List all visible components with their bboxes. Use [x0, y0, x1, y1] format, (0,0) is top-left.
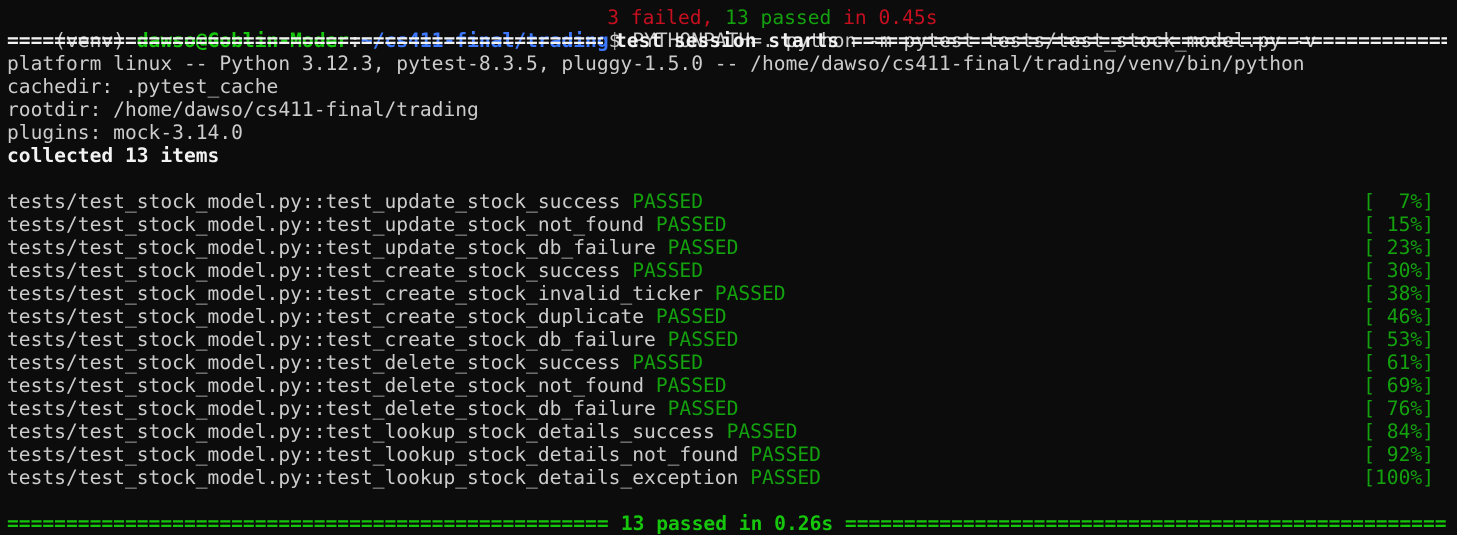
test-status: PASSED	[655, 213, 727, 236]
collected-line: collected 13 items	[7, 144, 220, 167]
test-result-row: tests/test_stock_model.py::test_update_s…	[7, 213, 727, 236]
summary-rule: 13 passed in 0.26s	[7, 512, 1447, 535]
command-prompt-line: (venv) dawso@Goblin-Moder:~/cs411-final/…	[7, 6, 1316, 52]
rootdir-line: rootdir: /home/dawso/cs411-final/trading	[7, 98, 479, 121]
test-progress: [ 46%]	[1363, 305, 1434, 328]
test-result-row: tests/test_stock_model.py::test_delete_s…	[7, 374, 727, 397]
test-result-row: tests/test_stock_model.py::test_lookup_s…	[7, 443, 821, 466]
test-status: PASSED	[667, 397, 739, 420]
test-name: tests/test_stock_model.py::test_delete_s…	[7, 374, 645, 397]
test-status: PASSED	[714, 282, 786, 305]
terminal-window[interactable]: 3 failed, 13 passed in 0.45s (venv) daws…	[0, 0, 1457, 535]
test-progress: [ 30%]	[1363, 259, 1434, 282]
test-name: tests/test_stock_model.py::test_create_s…	[7, 259, 621, 282]
test-status: PASSED	[667, 236, 739, 259]
test-result-row: tests/test_stock_model.py::test_update_s…	[7, 236, 738, 259]
test-name: tests/test_stock_model.py::test_create_s…	[7, 328, 656, 351]
test-status: PASSED	[667, 328, 739, 351]
test-name: tests/test_stock_model.py::test_create_s…	[7, 282, 703, 305]
test-status: PASSED	[632, 259, 703, 282]
test-result-row: tests/test_stock_model.py::test_lookup_s…	[7, 420, 797, 443]
test-status: PASSED	[655, 374, 727, 397]
test-name: tests/test_stock_model.py::test_lookup_s…	[7, 443, 739, 466]
test-result-row: tests/test_stock_model.py::test_create_s…	[7, 305, 727, 328]
test-progress: [ 61%]	[1363, 351, 1434, 374]
test-status: PASSED	[632, 351, 703, 374]
rule-left	[7, 29, 603, 52]
test-status: PASSED	[750, 443, 821, 466]
test-progress: [ 38%]	[1363, 282, 1434, 305]
test-progress: [ 15%]	[1363, 213, 1434, 236]
test-result-row: tests/test_stock_model.py::test_create_s…	[7, 282, 786, 305]
test-result-row: tests/test_stock_model.py::test_create_s…	[7, 259, 703, 282]
test-progress: [100%]	[1363, 466, 1434, 489]
test-progress: [ 69%]	[1363, 374, 1434, 397]
rule-right	[845, 512, 1447, 535]
test-name: tests/test_stock_model.py::test_update_s…	[7, 236, 656, 259]
test-progress: [ 92%]	[1363, 443, 1434, 466]
test-name: tests/test_stock_model.py::test_update_s…	[7, 213, 645, 236]
test-result-row: tests/test_stock_model.py::test_update_s…	[7, 190, 703, 213]
test-progress: [ 84%]	[1363, 420, 1434, 443]
summary-text: 13 passed in 0.26s	[620, 512, 834, 535]
test-result-row: tests/test_stock_model.py::test_create_s…	[7, 328, 738, 351]
test-progress: [ 53%]	[1363, 328, 1434, 351]
test-status: PASSED	[726, 420, 798, 443]
test-status: PASSED	[750, 466, 821, 489]
test-progress: [ 23%]	[1363, 236, 1434, 259]
session-header-rule: test session starts	[7, 29, 1447, 52]
test-status: PASSED	[655, 305, 727, 328]
test-name: tests/test_stock_model.py::test_create_s…	[7, 305, 645, 328]
plugins-line: plugins: mock-3.14.0	[7, 121, 243, 144]
test-name: tests/test_stock_model.py::test_delete_s…	[7, 351, 621, 374]
session-header-text: test session starts	[614, 29, 840, 52]
test-name: tests/test_stock_model.py::test_lookup_s…	[7, 466, 739, 489]
test-name: tests/test_stock_model.py::test_update_s…	[7, 190, 621, 213]
cachedir-line: cachedir: .pytest_cache	[7, 75, 279, 98]
rule-left	[7, 512, 609, 535]
test-status: PASSED	[632, 190, 703, 213]
test-progress: [ 7%]	[1363, 190, 1434, 213]
test-result-row: tests/test_stock_model.py::test_delete_s…	[7, 397, 738, 420]
platform-line: platform linux -- Python 3.12.3, pytest-…	[7, 52, 1305, 75]
rule-right	[851, 29, 1447, 52]
test-name: tests/test_stock_model.py::test_delete_s…	[7, 397, 656, 420]
test-result-row: tests/test_stock_model.py::test_lookup_s…	[7, 466, 821, 489]
test-result-row: tests/test_stock_model.py::test_delete_s…	[7, 351, 703, 374]
test-name: tests/test_stock_model.py::test_lookup_s…	[7, 420, 715, 443]
test-progress: [ 76%]	[1363, 397, 1434, 420]
